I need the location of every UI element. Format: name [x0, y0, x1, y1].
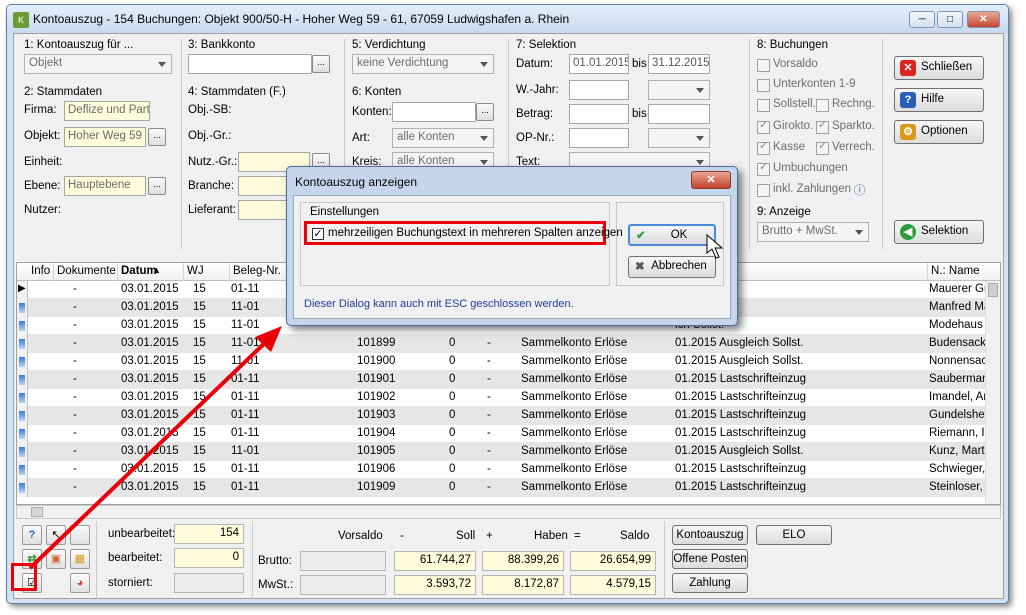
ok-label: OK [670, 229, 688, 241]
abbrechen-button[interactable]: ✖ Abbrechen [628, 256, 716, 278]
dialog-hint: Dieser Dialog kann auch mit ESC geschlos… [304, 298, 574, 310]
dialog-close-button[interactable]: ✕ [691, 171, 731, 189]
abbrechen-label: Abbrechen [651, 260, 707, 272]
dialog-title: Kontoauszug anzeigen [295, 175, 418, 189]
mehrzeilig-checkbox-label[interactable]: mehrzeiligen Buchungstext in mehreren Sp… [328, 227, 623, 239]
kontoauszug-anzeigen-dialog: Kontoauszug anzeigen ✕ Einstellungen ✓ m… [286, 166, 738, 326]
cancel-x-icon: ✖ [635, 261, 645, 273]
mouse-cursor-icon [706, 234, 724, 259]
dialog-client: Einstellungen ✓ mehrzeiligen Buchungstex… [293, 195, 731, 319]
arrow-line [28, 336, 272, 570]
ok-button[interactable]: ✔ OK [628, 224, 716, 246]
mehrzeilig-checkbox[interactable]: ✓ [312, 228, 324, 240]
einstellungen-title: Einstellungen [310, 206, 380, 218]
annotation-highlight-icon [11, 563, 37, 591]
checkmark-icon: ✔ [636, 230, 646, 242]
